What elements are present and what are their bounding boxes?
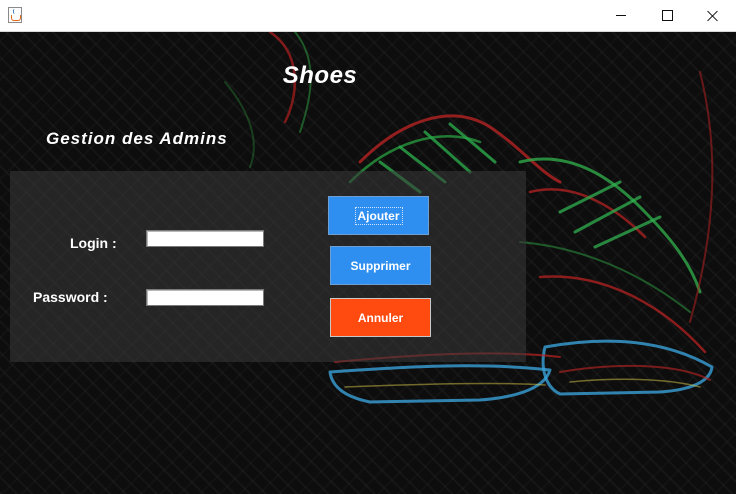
maximize-button[interactable] bbox=[644, 0, 690, 31]
cancel-button[interactable]: Annuler bbox=[330, 298, 431, 337]
password-label: Password : bbox=[33, 289, 108, 305]
login-label: Login : bbox=[70, 235, 117, 251]
add-button-label: Ajouter bbox=[354, 206, 403, 225]
close-button[interactable] bbox=[690, 0, 736, 31]
cancel-button-label: Annuler bbox=[357, 310, 404, 325]
login-input[interactable] bbox=[146, 230, 264, 247]
window-content: Shoes Gestion des Admins Login : Passwor… bbox=[0, 32, 736, 494]
close-icon bbox=[707, 10, 719, 22]
form-panel bbox=[10, 171, 526, 362]
delete-button-label: Supprimer bbox=[350, 258, 411, 273]
app-title: Shoes bbox=[282, 62, 358, 89]
section-title: Gestion des Admins bbox=[46, 129, 228, 148]
maximize-icon bbox=[661, 10, 673, 21]
minimize-icon bbox=[616, 15, 626, 16]
window-titlebar bbox=[0, 0, 736, 32]
delete-button[interactable]: Supprimer bbox=[330, 246, 431, 285]
password-input[interactable] bbox=[146, 289, 264, 306]
add-button[interactable]: Ajouter bbox=[328, 196, 429, 235]
java-app-icon[interactable] bbox=[8, 7, 22, 23]
minimize-button[interactable] bbox=[598, 0, 644, 31]
